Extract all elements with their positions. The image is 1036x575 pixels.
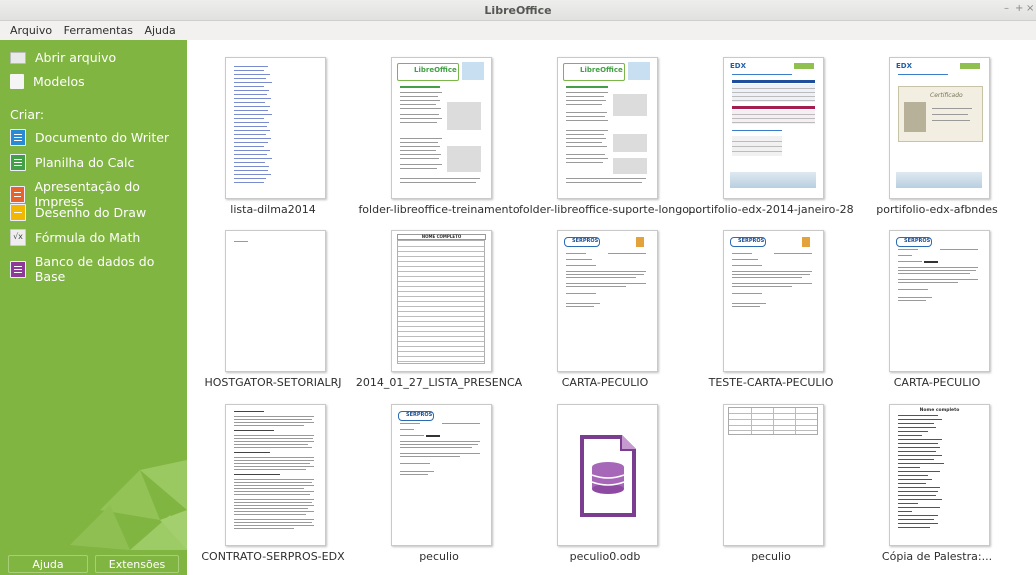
menu-ferramentas[interactable]: Ferramentas bbox=[60, 21, 137, 37]
window-title: LibreOffice bbox=[484, 4, 552, 17]
recent-documents-grid: lista-dilma2014 LibreOffice folder-libre… bbox=[187, 40, 1036, 575]
document-thumbnail bbox=[557, 404, 658, 546]
recent-file-name: Cópia de Palestra:... bbox=[881, 550, 993, 563]
document-thumbnail: LibreOffice bbox=[557, 57, 658, 199]
recent-file-name: folder-libreoffice-suporte-longo... bbox=[519, 203, 700, 216]
recent-file-name: HOSTGATOR-SETORIALRJ bbox=[204, 376, 342, 389]
templates-button[interactable]: Modelos bbox=[10, 74, 85, 89]
document-thumbnail bbox=[225, 404, 326, 546]
create-writer-label: Documento do Writer bbox=[35, 130, 170, 145]
close-icon[interactable]: × bbox=[1026, 3, 1034, 14]
draw-icon bbox=[10, 204, 26, 221]
recent-file-name: TESTE-CARTA-PECULIO bbox=[708, 376, 834, 389]
recent-file-name: lista-dilma2014 bbox=[230, 203, 316, 216]
document-thumbnail: SERPROS bbox=[723, 230, 824, 372]
recent-file-name: peculio0.odb bbox=[569, 550, 641, 563]
document-thumbnail bbox=[723, 404, 824, 546]
recent-file-name: peculio bbox=[419, 550, 459, 563]
list-header: Nome completo bbox=[919, 408, 960, 413]
create-writer-button[interactable]: Documento do Writer bbox=[10, 129, 169, 146]
open-file-label: Abrir arquivo bbox=[35, 50, 117, 65]
serpros-logo-text: SERPROS bbox=[904, 238, 931, 244]
libreoffice-logo-text: LibreOffice bbox=[580, 66, 623, 74]
document-thumbnail: EDX Certificado bbox=[889, 57, 990, 199]
create-label: Criar: bbox=[10, 107, 45, 122]
edx-logo-text: EDX bbox=[730, 62, 746, 70]
document-thumbnail: LibreOffice bbox=[391, 57, 492, 199]
create-base-button[interactable]: Banco de dados do Base bbox=[10, 254, 187, 284]
create-calc-label: Planilha do Calc bbox=[35, 155, 135, 170]
menu-ajuda[interactable]: Ajuda bbox=[140, 21, 179, 37]
document-thumbnail: SERPROS bbox=[557, 230, 658, 372]
maximize-icon[interactable]: + bbox=[1015, 3, 1023, 14]
serpros-logo-text: SERPROS bbox=[572, 238, 599, 244]
recent-file-name: portifolio-edx-afbndes bbox=[876, 203, 998, 216]
serpros-logo-text: SERPROS bbox=[406, 412, 433, 418]
recent-file-name: peculio bbox=[751, 550, 791, 563]
document-thumbnail: Nome completo bbox=[889, 404, 990, 546]
recent-file-name: CARTA-PECULIO bbox=[893, 376, 981, 389]
document-thumbnail: NOME COMPLETO bbox=[391, 230, 492, 372]
base-database-icon bbox=[580, 435, 636, 517]
document-thumbnail: SERPROS bbox=[889, 230, 990, 372]
recent-file-name: CARTA-PECULIO bbox=[561, 376, 649, 389]
document-thumbnail bbox=[225, 230, 326, 372]
extensions-button[interactable]: Extensões bbox=[95, 555, 179, 573]
templates-label: Modelos bbox=[33, 74, 85, 89]
help-button[interactable]: Ajuda bbox=[8, 555, 88, 573]
edx-logo-text: EDX bbox=[896, 62, 912, 70]
writer-icon bbox=[10, 129, 26, 146]
libreoffice-logo-text: LibreOffice bbox=[414, 66, 457, 74]
base-icon bbox=[10, 260, 26, 278]
create-draw-label: Desenho do Draw bbox=[35, 205, 147, 220]
create-base-label: Banco de dados do Base bbox=[34, 254, 155, 284]
impress-icon bbox=[10, 185, 26, 203]
decorative-triangles bbox=[70, 460, 187, 550]
folder-icon bbox=[10, 51, 26, 64]
start-center-sidebar: Abrir arquivo Modelos Criar: Documento d… bbox=[0, 40, 187, 575]
calc-icon bbox=[10, 154, 26, 171]
recent-file-name: 2014_01_27_LISTA_PRESENCA bbox=[355, 376, 523, 389]
create-calc-button[interactable]: Planilha do Calc bbox=[10, 154, 134, 171]
template-icon bbox=[10, 74, 24, 89]
serpros-logo-text: SERPROS bbox=[738, 238, 765, 244]
recent-file-name: folder-libreoffice-treinamento bbox=[358, 203, 520, 216]
menu-bar: Arquivo Ferramentas Ajuda bbox=[0, 21, 1036, 40]
title-bar: LibreOffice – + × bbox=[0, 0, 1036, 21]
recent-file-name: portifolio-edx-2014-janeiro-28 bbox=[688, 203, 854, 216]
create-math-label: Fórmula do Math bbox=[35, 230, 141, 245]
create-math-button[interactable]: √x Fórmula do Math bbox=[10, 229, 140, 246]
document-thumbnail: EDX bbox=[723, 57, 824, 199]
create-draw-button[interactable]: Desenho do Draw bbox=[10, 204, 146, 221]
open-file-button[interactable]: Abrir arquivo bbox=[10, 50, 116, 65]
certificate-text: Certificado bbox=[930, 92, 963, 99]
menu-arquivo[interactable]: Arquivo bbox=[6, 21, 56, 37]
recent-file-name: CONTRATO-SERPROS-EDX bbox=[201, 550, 345, 563]
minimize-icon[interactable]: – bbox=[1004, 3, 1009, 14]
document-thumbnail: SERPROS bbox=[391, 404, 492, 546]
document-thumbnail bbox=[225, 57, 326, 199]
math-icon: √x bbox=[10, 229, 26, 246]
